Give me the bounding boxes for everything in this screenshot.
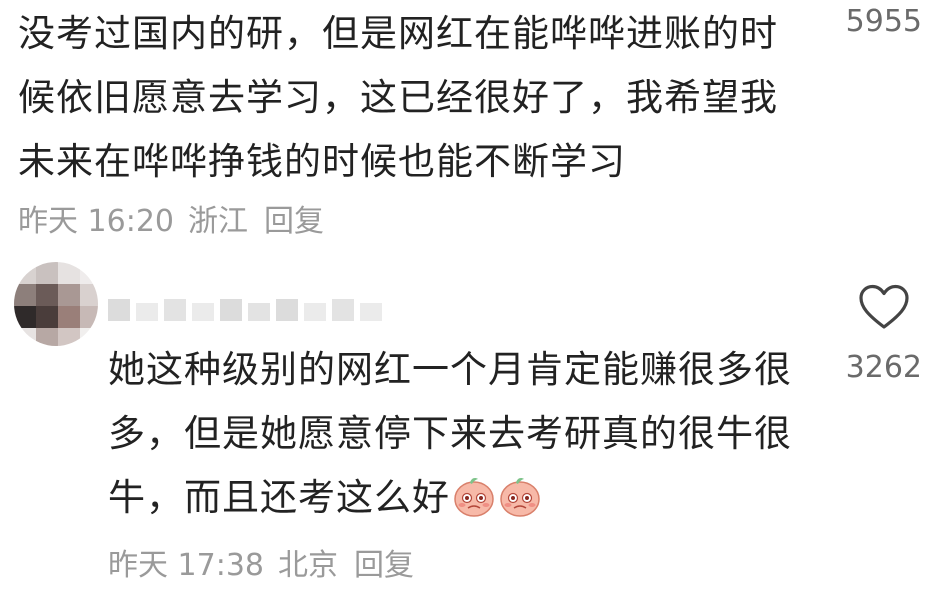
peach-emoji-icon: [454, 478, 494, 517]
comment-text: 没考过国内的研，但是网红在能哗哗进账的时候依旧愿意去学习，这已经很好了，我希望我…: [18, 12, 778, 183]
comment-meta: 昨天 16:20 浙江 回复: [18, 196, 338, 240]
reply-button[interactable]: 回复: [264, 204, 324, 239]
comment-time: 昨天 17:38: [108, 548, 264, 583]
heart-outline-icon[interactable]: [858, 284, 910, 330]
comment-body: 她这种级别的网红一个月肯定能赚很多很多，但是她愿意停下来去考研真的很牛很牛，而且…: [108, 348, 792, 519]
peach-emoji-icon: [500, 478, 540, 517]
like-count: 3262: [845, 350, 922, 385]
like-count: 5955: [845, 4, 922, 39]
comment-time: 昨天 16:20: [18, 204, 174, 239]
reply-button[interactable]: 回复: [354, 548, 414, 583]
username-blurred[interactable]: [108, 293, 382, 329]
comment-text: 她这种级别的网红一个月肯定能赚很多很多，但是她愿意停下来去考研真的很牛很牛，而且…: [108, 338, 808, 530]
comment-location: 浙江: [188, 204, 248, 239]
avatar[interactable]: [14, 262, 98, 346]
comment-meta: 昨天 17:38 北京 回复: [108, 540, 428, 584]
comment-location: 北京: [278, 548, 338, 583]
